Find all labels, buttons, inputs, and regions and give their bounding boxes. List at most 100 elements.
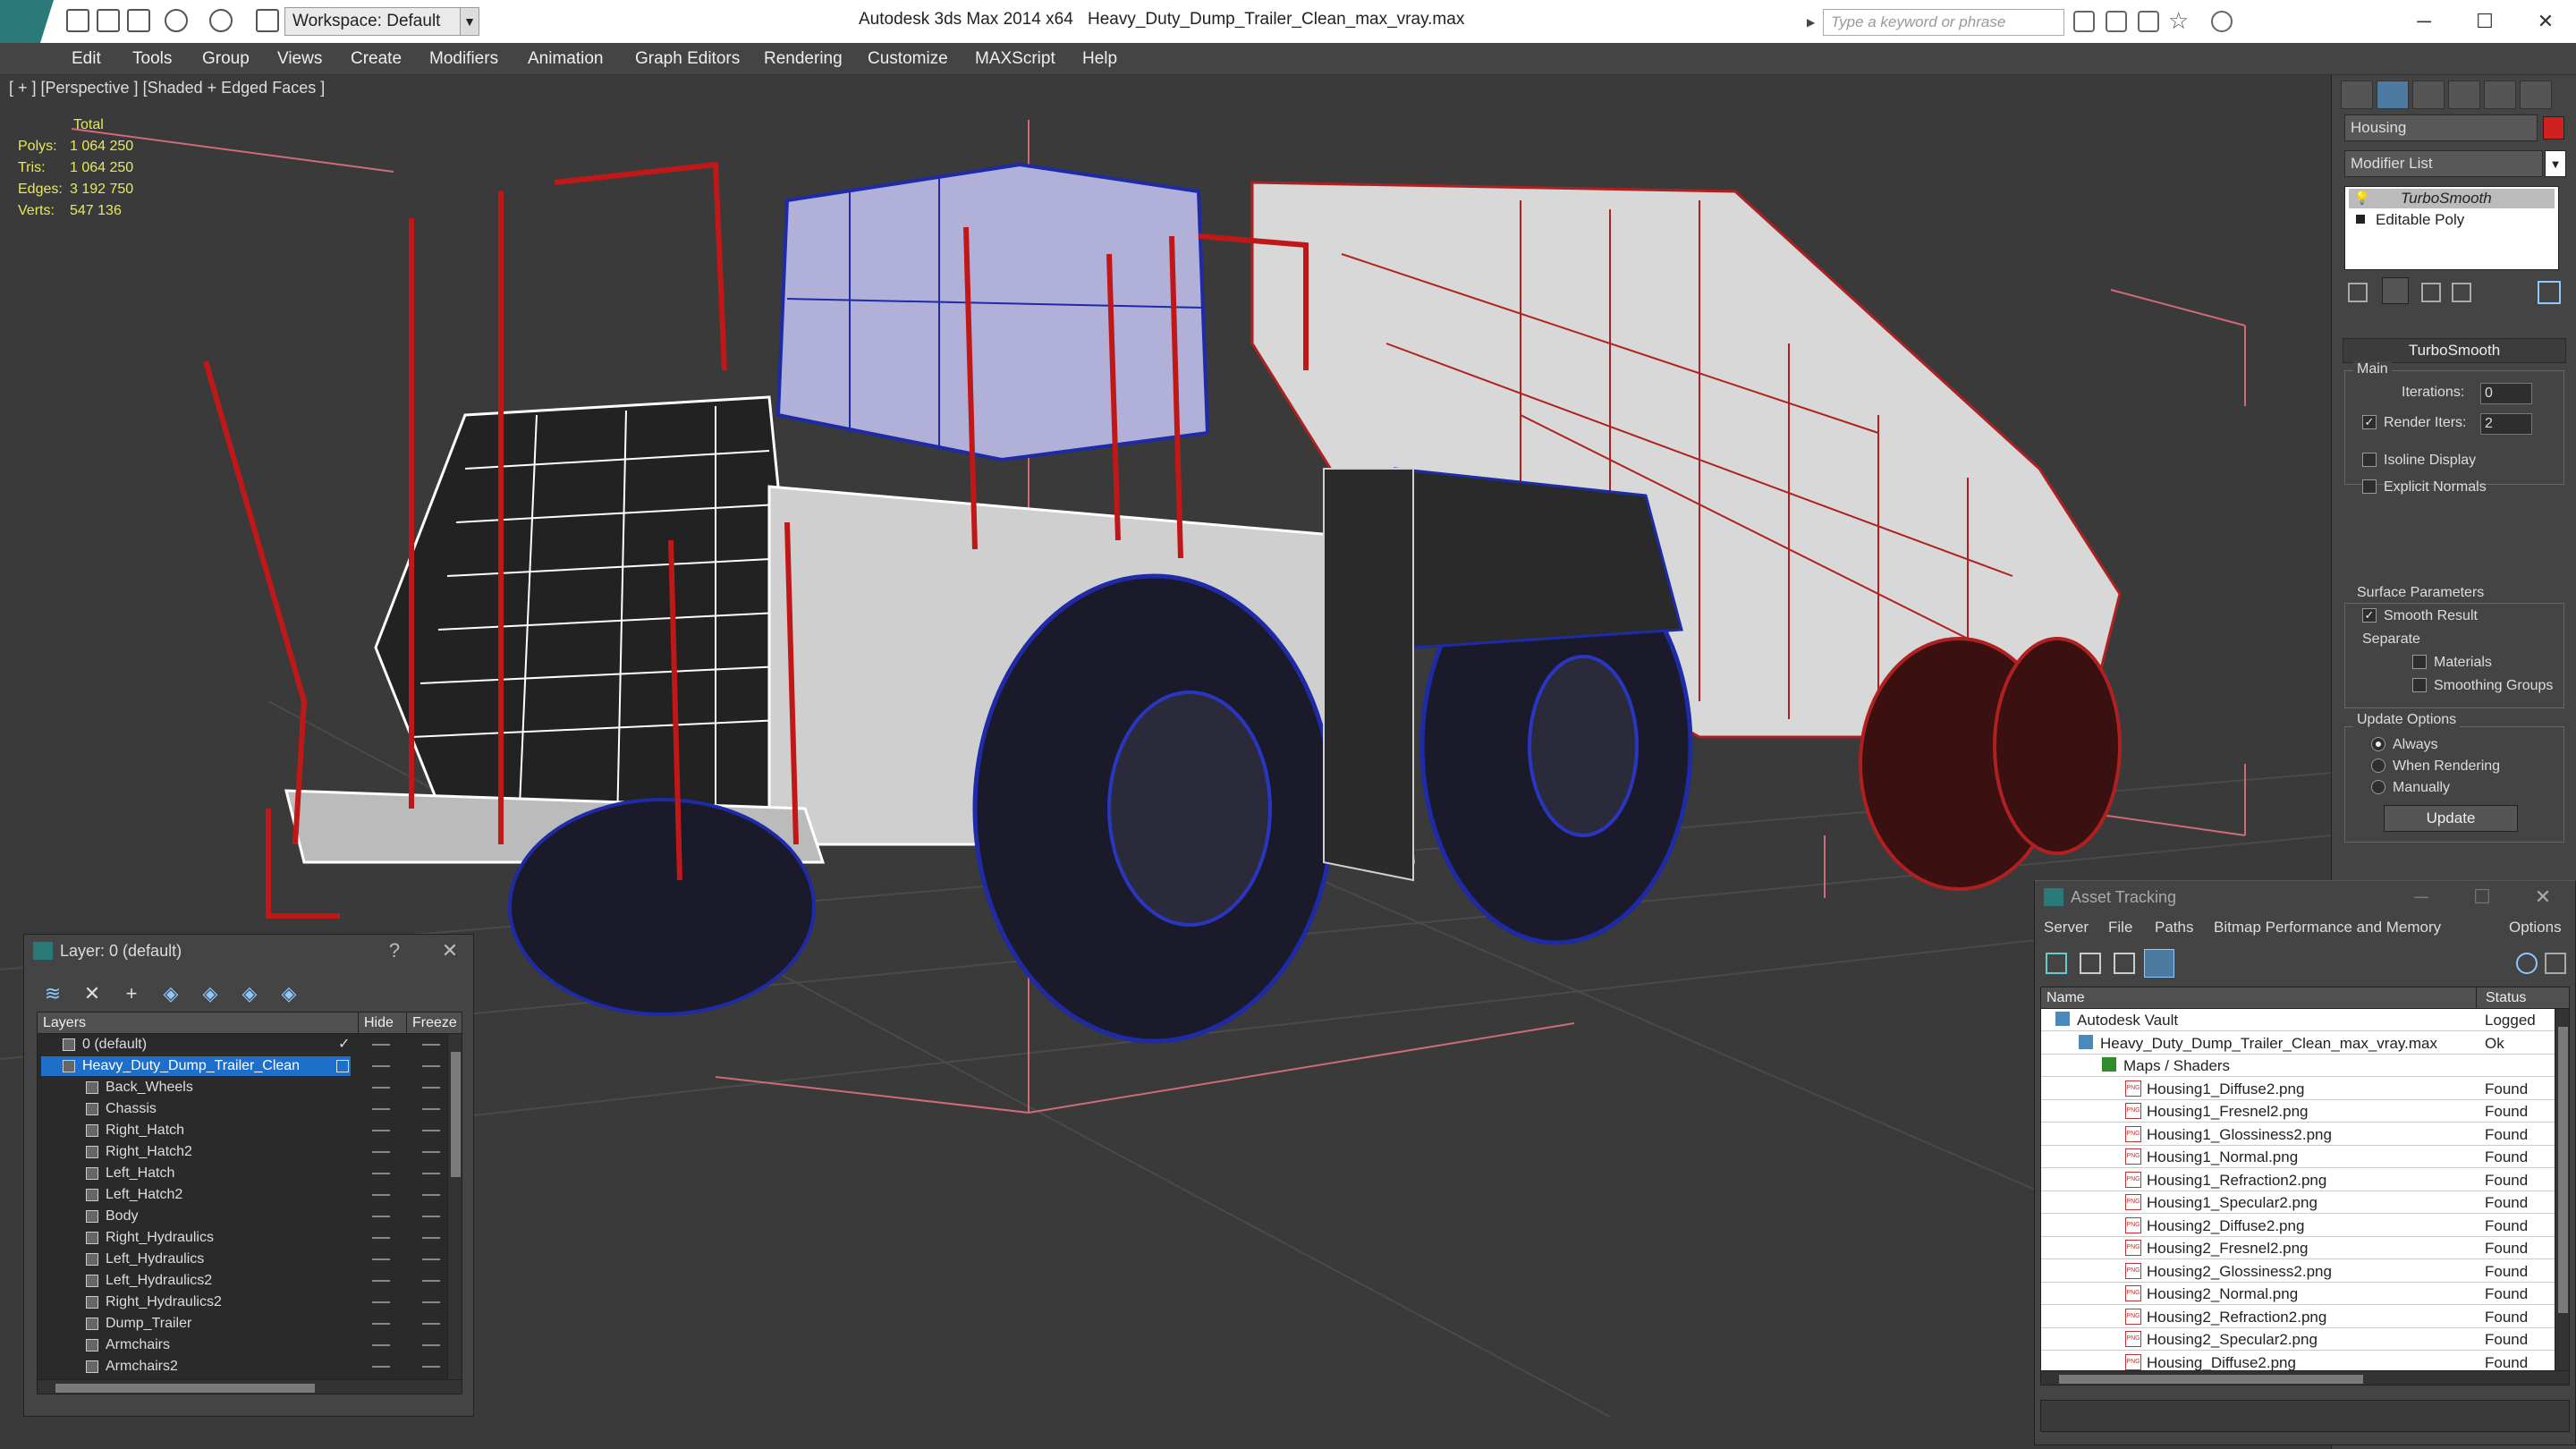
- freeze-toggle[interactable]: [422, 1216, 440, 1217]
- close-icon[interactable]: ✕: [2528, 5, 2563, 38]
- render-iters-spinner[interactable]: 2: [2480, 413, 2532, 435]
- freeze-toggle[interactable]: [422, 1194, 440, 1196]
- freeze-toggle[interactable]: [422, 1258, 440, 1260]
- col-layers[interactable]: Layers: [43, 1013, 86, 1034]
- freeze-toggle[interactable]: [422, 1237, 440, 1239]
- create-tab-icon[interactable]: [2341, 80, 2373, 109]
- help-icon[interactable]: [2211, 11, 2233, 32]
- modifier-list-arrow-icon[interactable]: ▼: [2545, 150, 2566, 177]
- hide-toggle[interactable]: [372, 1216, 390, 1217]
- hide-toggle[interactable]: [372, 1194, 390, 1196]
- col-freeze[interactable]: Freeze: [406, 1013, 457, 1034]
- viewport-label[interactable]: [ + ] [Perspective ] [Shaded + Edged Fac…: [9, 79, 325, 97]
- hide-toggle[interactable]: [372, 1065, 390, 1067]
- object-name-input[interactable]: Housing: [2344, 114, 2538, 141]
- update-always-radio[interactable]: [2371, 737, 2385, 751]
- add-to-layer-icon[interactable]: +: [119, 981, 144, 1006]
- list-view-icon[interactable]: [2080, 953, 2101, 974]
- layer-row[interactable]: Right_Hydraulics2: [38, 1292, 447, 1313]
- new-file-icon[interactable]: [66, 9, 89, 32]
- maximize-icon[interactable]: ☐: [2467, 5, 2503, 38]
- layer-row[interactable]: Left_Hydraulics: [38, 1249, 447, 1270]
- freeze-toggle[interactable]: [422, 1044, 440, 1046]
- hide-toggle[interactable]: [372, 1366, 390, 1368]
- menu-group[interactable]: Group: [202, 43, 250, 75]
- explicit-normals-checkbox[interactable]: [2362, 479, 2377, 494]
- lightbulb-icon[interactable]: 💡: [2354, 191, 2369, 206]
- asset-row[interactable]: PNG Housing1_Normal.png Found: [2041, 1146, 2560, 1168]
- smooth-result-checkbox[interactable]: ✓: [2362, 608, 2377, 623]
- expand-plus-icon[interactable]: [2356, 215, 2365, 224]
- configure-modifier-sets-icon[interactable]: [2538, 281, 2561, 304]
- asset-panel-close-icon[interactable]: ✕: [2529, 883, 2557, 911]
- hide-toggle[interactable]: [372, 1301, 390, 1303]
- iterations-spinner[interactable]: 0: [2480, 383, 2532, 404]
- hide-toggle[interactable]: [372, 1044, 390, 1046]
- asset-row[interactable]: PNG Housing1_Specular2.png Found: [2041, 1191, 2560, 1214]
- smoothing-groups-checkbox[interactable]: [2412, 678, 2427, 692]
- hide-toggle[interactable]: [372, 1280, 390, 1282]
- freeze-toggle[interactable]: [422, 1173, 440, 1174]
- col-name[interactable]: Name: [2046, 987, 2085, 1009]
- asset-menu-options[interactable]: Options: [2509, 919, 2562, 936]
- asset-row[interactable]: PNG Housing2_Refraction2.png Found: [2041, 1306, 2560, 1328]
- menu-help[interactable]: Help: [1082, 43, 1117, 75]
- asset-row[interactable]: PNG Housing1_Glossiness2.png Found: [2041, 1123, 2560, 1146]
- set-current-layer-icon[interactable]: [336, 1060, 349, 1072]
- hide-toggle[interactable]: [372, 1258, 390, 1260]
- menu-customize[interactable]: Customize: [868, 43, 948, 75]
- asset-menu-server[interactable]: Server: [2044, 919, 2089, 936]
- layer-panel-close-icon[interactable]: ✕: [436, 936, 464, 965]
- update-button[interactable]: Update: [2384, 805, 2518, 832]
- freeze-toggle[interactable]: [422, 1280, 440, 1282]
- minimize-icon[interactable]: ─: [2406, 5, 2442, 38]
- layer-row[interactable]: Chassis: [38, 1098, 447, 1120]
- freeze-toggle[interactable]: [422, 1344, 440, 1346]
- asset-row[interactable]: PNG Housing2_Specular2.png Found: [2041, 1328, 2560, 1351]
- hide-toggle[interactable]: [372, 1087, 390, 1089]
- materials-checkbox[interactable]: [2412, 655, 2427, 669]
- freeze-toggle[interactable]: [422, 1065, 440, 1067]
- binoculars-icon[interactable]: [2073, 11, 2095, 32]
- freeze-all-layers-icon[interactable]: ◈: [276, 981, 301, 1006]
- stack-item-turbosmooth[interactable]: 💡 TurboSmooth: [2349, 189, 2555, 208]
- hierarchy-tab-icon[interactable]: [2412, 80, 2445, 109]
- layer-row[interactable]: 0 (default) ✓: [38, 1034, 447, 1055]
- asset-row[interactable]: PNG Housing2_Diffuse2.png Found: [2041, 1215, 2560, 1237]
- menu-edit[interactable]: Edit: [72, 43, 101, 75]
- asset-help-icon[interactable]: [2516, 953, 2538, 974]
- menu-modifiers[interactable]: Modifiers: [429, 43, 498, 75]
- layer-row[interactable]: Left_Hatch: [38, 1163, 447, 1184]
- render-iters-checkbox[interactable]: ✓: [2362, 415, 2377, 429]
- redo-icon[interactable]: [209, 9, 233, 32]
- new-layer-icon[interactable]: ≋: [40, 981, 65, 1006]
- layer-row[interactable]: Back_Wheels: [38, 1077, 447, 1098]
- layer-row[interactable]: Armchairs: [38, 1335, 447, 1356]
- project-folder-icon[interactable]: [256, 9, 279, 32]
- layer-row[interactable]: Right_Hatch2: [38, 1141, 447, 1163]
- asset-pin-icon[interactable]: [2545, 953, 2566, 974]
- asset-panel-minimize-icon[interactable]: ─: [2407, 883, 2436, 911]
- menu-create[interactable]: Create: [351, 43, 402, 75]
- menu-tools[interactable]: Tools: [132, 43, 172, 75]
- update-when-rendering-radio[interactable]: [2371, 758, 2385, 773]
- save-file-icon[interactable]: [127, 9, 150, 32]
- menu-views[interactable]: Views: [277, 43, 322, 75]
- freeze-toggle[interactable]: [422, 1087, 440, 1089]
- layer-row[interactable]: Left_Hatch2: [38, 1184, 447, 1206]
- search-expand-icon[interactable]: ▶: [1807, 9, 1821, 36]
- layer-row[interactable]: Armchairs2: [38, 1356, 447, 1377]
- object-color-swatch[interactable]: [2543, 116, 2564, 140]
- hide-toggle[interactable]: [372, 1173, 390, 1174]
- stack-item-editable-poly[interactable]: Editable Poly: [2349, 210, 2555, 230]
- asset-row[interactable]: PNG Housing2_Normal.png Found: [2041, 1283, 2560, 1305]
- make-unique-icon[interactable]: [2421, 283, 2441, 302]
- hide-toggle[interactable]: [372, 1130, 390, 1131]
- highlight-layer-icon[interactable]: ◈: [198, 981, 223, 1006]
- tree-view-icon[interactable]: [2114, 953, 2135, 974]
- layer-row[interactable]: Dump_Trailer: [38, 1313, 447, 1335]
- layer-row[interactable]: Left_Hydraulics2: [38, 1270, 447, 1292]
- modifier-list-select[interactable]: Modifier List: [2344, 150, 2543, 177]
- layer-row[interactable]: Heavy_Duty_Dump_Trailer_Clean: [38, 1055, 447, 1077]
- asset-menu-paths[interactable]: Paths: [2155, 919, 2193, 936]
